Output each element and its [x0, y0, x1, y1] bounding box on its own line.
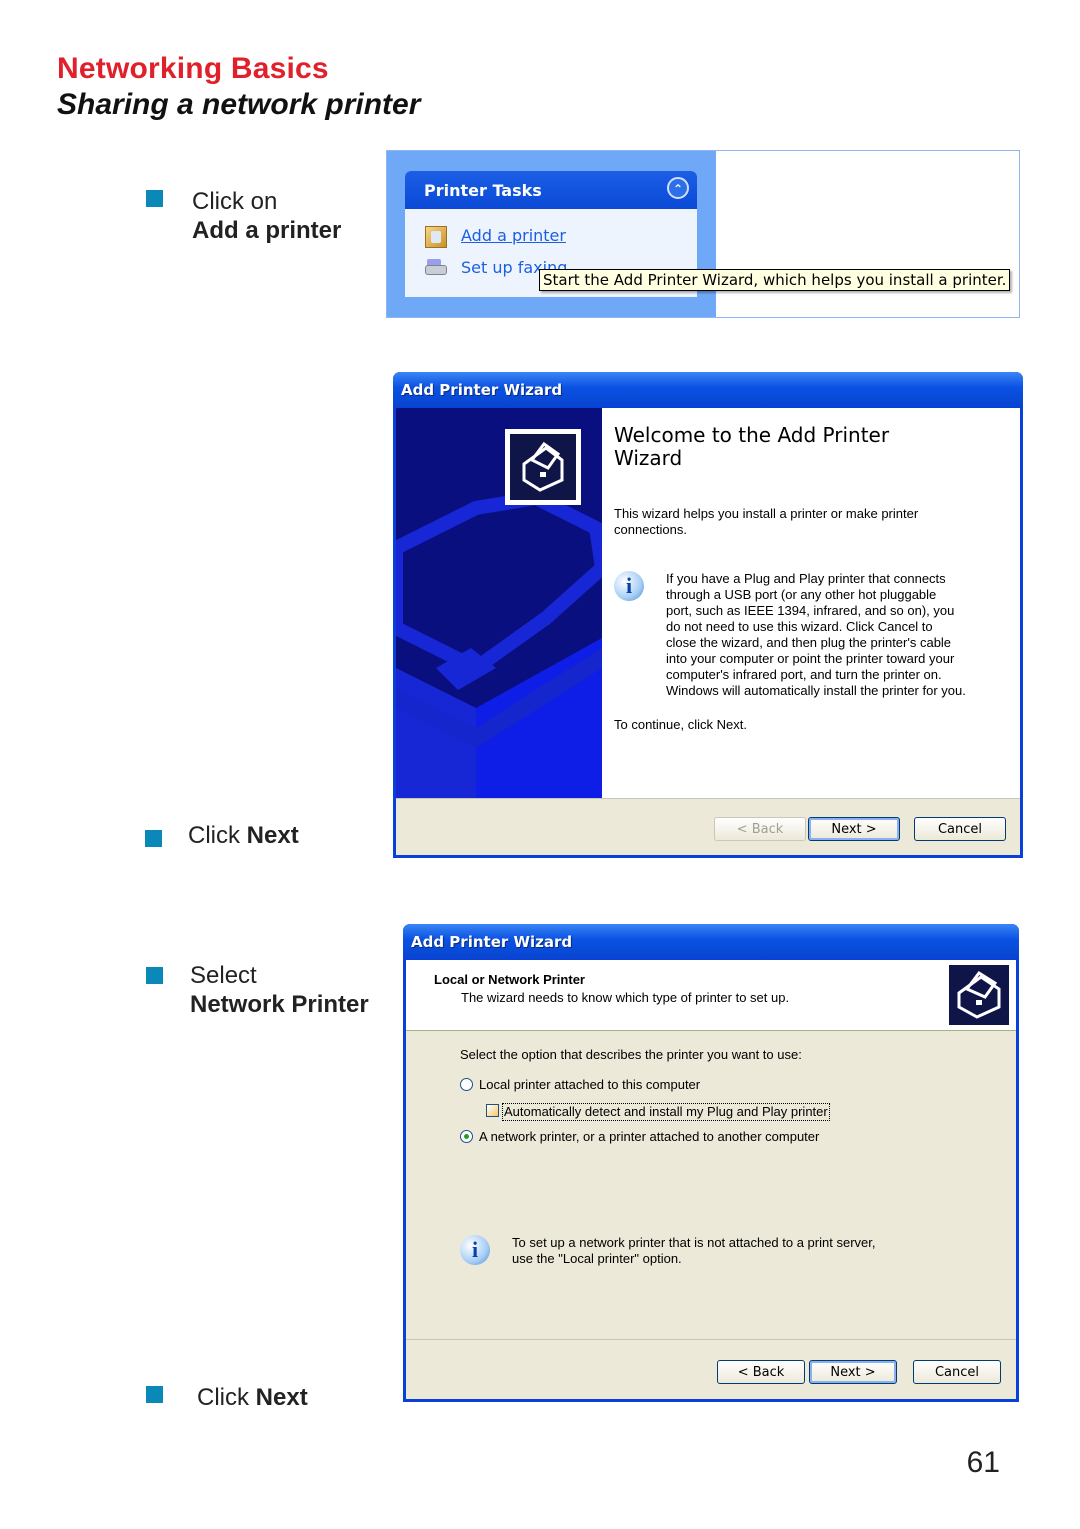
info-line: port, such as IEEE 1394, infrared, and s… — [666, 603, 955, 618]
auto-detect-checkbox[interactable] — [486, 1104, 499, 1117]
step-3: Select Network Printer — [190, 961, 369, 1019]
local-printer-radio[interactable] — [460, 1078, 473, 1091]
wizard-heading-line1: Welcome to the Add Printer — [614, 423, 890, 447]
cancel-button[interactable]: Cancel — [913, 1360, 1001, 1384]
intro-line: This wizard helps you install a printer … — [614, 506, 919, 521]
step-2-bold: Next — [246, 822, 299, 849]
next-button[interactable]: Next > — [809, 1360, 897, 1384]
window-titlebar: Add Printer Wizard — [403, 924, 1019, 958]
printer-logo-icon — [505, 429, 581, 505]
step-2: Click Next — [188, 821, 299, 850]
section-title: Networking Basics — [57, 52, 329, 85]
auto-detect-label[interactable]: Automatically detect and install my Plug… — [502, 1103, 830, 1121]
step-4-prefix: Click — [197, 1384, 256, 1411]
step-3-line2: Network Printer — [190, 991, 369, 1018]
printer-logo-icon — [949, 965, 1009, 1025]
step-1-line2: Add a printer — [192, 217, 342, 244]
info-line: use the "Local printer" option. — [512, 1251, 682, 1266]
fax-icon — [425, 259, 449, 277]
wizard-header-title: Local or Network Printer — [434, 972, 585, 987]
page-title: Sharing a network printer — [57, 88, 421, 121]
add-printer-link[interactable]: Add a printer — [461, 226, 566, 245]
add-printer-icon — [425, 226, 447, 248]
wizard-intro: This wizard helps you install a printer … — [614, 506, 918, 538]
bullet-icon — [146, 190, 163, 207]
step-4-bold: Next — [255, 1384, 308, 1411]
info-icon: i — [460, 1235, 490, 1265]
collapse-chevron-icon[interactable]: ⌃ — [667, 177, 689, 199]
info-line: through a USB port (or any other hot plu… — [666, 587, 937, 602]
step-4: Click Next — [197, 1383, 308, 1412]
network-printer-label[interactable]: A network printer, or a printer attached… — [479, 1129, 819, 1145]
printer-tasks-header[interactable]: Printer Tasks ⌃ — [405, 171, 697, 209]
wizard-heading: Welcome to the Add Printer Wizard — [614, 424, 889, 470]
cancel-button[interactable]: Cancel — [914, 817, 1006, 841]
network-printer-radio[interactable] — [460, 1130, 473, 1143]
printer-tasks-screenshot: Printer Tasks ⌃ Add a printer Set up fax… — [386, 150, 1020, 318]
wizard-footer: < Back Next > Cancel — [396, 798, 1020, 855]
info-line: do not need to use this wizard. Click Ca… — [666, 619, 933, 634]
wizard-heading-line2: Wizard — [614, 446, 683, 470]
back-button[interactable]: < Back — [717, 1360, 805, 1384]
local-printer-label[interactable]: Local printer attached to this computer — [479, 1077, 700, 1093]
bullet-icon — [145, 830, 162, 847]
intro-line: connections. — [614, 522, 687, 537]
step-1: Click on Add a printer — [192, 187, 341, 245]
info-text: To set up a network printer that is not … — [512, 1235, 875, 1267]
add-printer-wizard-welcome: Add Printer Wizard Welcome to the Add Pr… — [393, 372, 1023, 858]
info-line: close the wizard, and then plug the prin… — [666, 635, 952, 650]
bullet-icon — [146, 1386, 163, 1403]
wizard-header-subtitle: The wizard needs to know which type of p… — [461, 990, 790, 1005]
wizard-footer: < Back Next > Cancel — [406, 1339, 1016, 1399]
wizard-content: Select the option that describes the pri… — [406, 1031, 1016, 1339]
info-line: To set up a network printer that is not … — [512, 1235, 876, 1250]
tooltip: Start the Add Printer Wizard, which help… — [539, 269, 1011, 291]
info-line: Windows will automatically install the p… — [666, 683, 966, 698]
window-title: Add Printer Wizard — [401, 381, 563, 399]
option-prompt: Select the option that describes the pri… — [460, 1047, 802, 1062]
next-button[interactable]: Next > — [808, 817, 900, 841]
info-line: If you have a Plug and Play printer that… — [666, 571, 946, 586]
page-number: 61 — [966, 1446, 1000, 1479]
wizard-content: Welcome to the Add Printer Wizard This w… — [602, 408, 1020, 798]
info-line: computer's infrared port, and turn the p… — [666, 667, 942, 682]
info-line: into your computer or point the printer … — [666, 651, 955, 666]
window-title: Add Printer Wizard — [411, 933, 573, 951]
step-2-prefix: Click — [188, 822, 247, 849]
step-3-line1: Select — [190, 962, 257, 989]
bullet-icon — [146, 967, 163, 984]
continue-text: To continue, click Next. — [614, 717, 747, 732]
wizard-header: Local or Network Printer The wizard need… — [406, 960, 1016, 1031]
info-text: If you have a Plug and Play printer that… — [666, 571, 966, 699]
printer-tasks-title: Printer Tasks — [424, 181, 542, 200]
info-icon: i — [614, 571, 644, 601]
window-titlebar: Add Printer Wizard — [393, 372, 1023, 406]
back-button[interactable]: < Back — [714, 817, 806, 841]
step-1-line1: Click on — [192, 188, 278, 215]
add-printer-wizard-type: Add Printer Wizard Local or Network Prin… — [403, 924, 1019, 1402]
wizard-side-banner — [396, 408, 602, 798]
